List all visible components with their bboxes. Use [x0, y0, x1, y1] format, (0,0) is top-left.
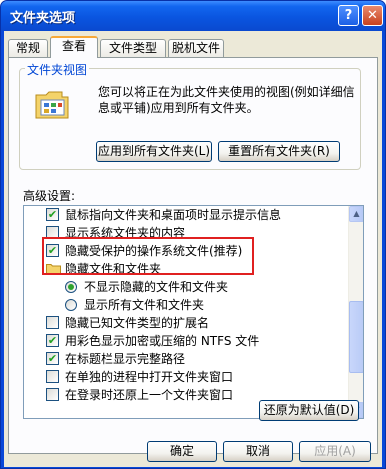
apply-button[interactable]: 应用(A) — [299, 441, 371, 462]
list-item-label: 不显示隐藏的文件和文件夹 — [84, 280, 229, 294]
help-button[interactable]: ? — [338, 5, 359, 26]
list-item-label: 鼠标指向文件夹和桌面项时显示提示信息 — [65, 208, 282, 222]
checkbox-unchecked[interactable] — [46, 370, 59, 383]
tab-offline-files[interactable]: 脱机文件 — [168, 39, 224, 57]
tab-file-types[interactable]: 文件类型 — [100, 39, 166, 57]
reset-all-folders-button[interactable]: 重置所有文件夹(R) — [218, 141, 340, 162]
list-item-label: 在登录时还原上一个文件夹窗口 — [65, 388, 234, 402]
folder-view-description: 您可以将正在为此文件夹使用的视图(例如详细信息或平铺)应用到所有文件夹。 — [98, 85, 355, 115]
cancel-button[interactable]: 取消 — [223, 441, 293, 462]
checkbox-unchecked[interactable] — [46, 316, 59, 329]
tab-view[interactable]: 查看 — [50, 36, 98, 58]
folder-view-group: 文件夹视图 您可以将正在为此文件夹使用的视图(例如详细信息或平铺)应用到所有文件… — [19, 61, 361, 170]
window-title: 文件夹选项 — [10, 11, 76, 26]
restore-defaults-button[interactable]: 还原为默认值(D) — [259, 400, 359, 421]
checkbox-checked[interactable]: ✔ — [46, 208, 59, 221]
scrollbar-thumb[interactable] — [349, 301, 363, 373]
list-item-label: 隐藏已知文件类型的扩展名 — [65, 316, 210, 330]
highlight-annotation-box — [42, 237, 254, 275]
checkbox-unchecked[interactable] — [46, 388, 59, 401]
radio-unselected[interactable] — [65, 299, 77, 311]
list-item-label: 显示所有文件和文件夹 — [84, 298, 205, 312]
advanced-settings-label: 高级设置: — [23, 189, 76, 203]
tab-general[interactable]: 常规 — [8, 39, 48, 57]
close-button[interactable]: ✕ — [362, 5, 383, 26]
apply-to-all-folders-button[interactable]: 应用到所有文件夹(L) — [96, 141, 212, 162]
list-item-label: 用彩色显示加密或压缩的 NTFS 文件 — [65, 334, 260, 348]
vertical-scrollbar[interactable]: ▲ ▼ — [348, 206, 363, 418]
folder-view-icon — [35, 91, 69, 119]
ok-button[interactable]: 确定 — [147, 441, 217, 462]
list-item-label: 在标题栏显示完整路径 — [65, 352, 186, 366]
checkbox-checked[interactable]: ✔ — [46, 352, 59, 365]
radio-dot — [68, 284, 74, 290]
checkbox-checked[interactable]: ✔ — [46, 334, 59, 347]
radio-selected[interactable] — [65, 281, 77, 293]
folder-options-window: 文件夹选项 ? ✕ 常规 查看 文件类型 脱机文件 文件夹视图 您可以将正在为此… — [0, 0, 386, 469]
scroll-up-arrow-icon[interactable]: ▲ — [349, 206, 363, 222]
list-item-label: 在单独的进程中打开文件夹窗口 — [65, 370, 234, 384]
folder-view-group-label: 文件夹视图 — [25, 61, 90, 78]
title-bar[interactable]: 文件夹选项 ? ✕ — [1, 1, 385, 31]
